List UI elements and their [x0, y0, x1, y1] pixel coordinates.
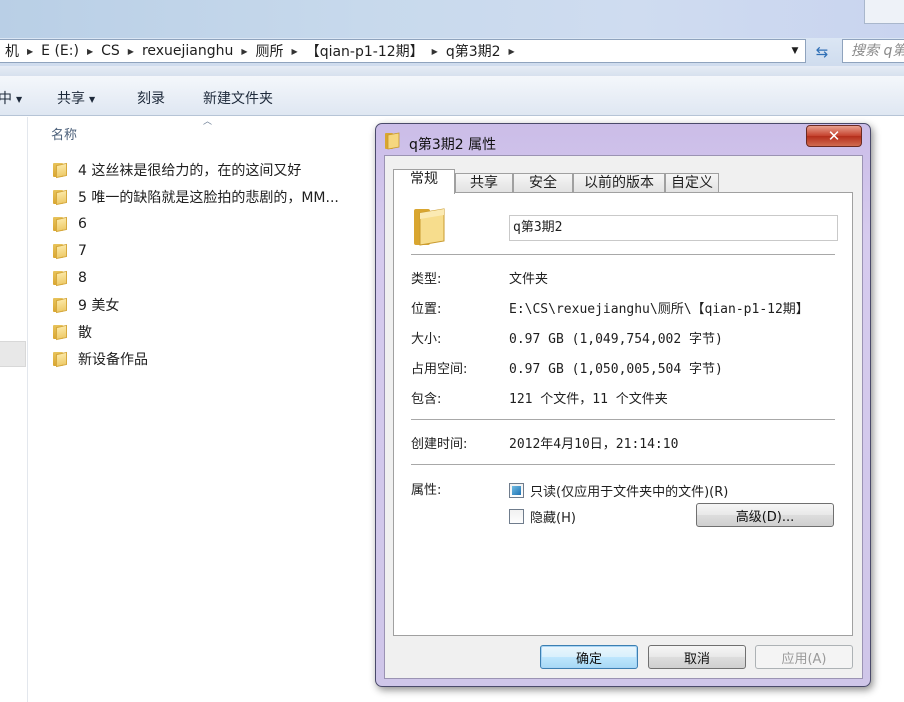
column-header-name[interactable]: 名称	[51, 124, 77, 143]
created-value: 2012年4月10日，21:14:10	[509, 437, 679, 452]
share-label: 共享	[57, 91, 85, 107]
folder-icon	[53, 216, 69, 233]
type-label: 类型:	[411, 272, 442, 287]
new-folder-button[interactable]: 新建文件夹	[203, 88, 273, 108]
breadcrumb-current[interactable]: q第3期2	[440, 41, 507, 61]
file-name: 6	[78, 216, 87, 232]
general-tab-panel: q第3期2 类型: 文件夹 位置: E:\CS\rexuejianghu\厕所\…	[393, 192, 853, 636]
contains-value: 121 个文件，11 个文件夹	[509, 392, 668, 407]
folder-icon	[53, 243, 69, 260]
close-button[interactable]: ✕	[806, 125, 862, 147]
breadcrumb-arrow-icon[interactable]: ▶	[430, 47, 440, 56]
apply-button[interactable]: 应用(A)	[755, 645, 853, 669]
tab-general[interactable]: 常规	[393, 169, 455, 194]
breadcrumb-arrow-icon[interactable]: ▶	[507, 47, 517, 56]
size-value: 0.97 GB (1,049,754,002 字节)	[509, 332, 723, 347]
toolbar-separator	[0, 66, 904, 76]
checkbox-icon[interactable]	[509, 509, 524, 524]
folder-name-field[interactable]: q第3期2	[509, 215, 838, 241]
size-on-disk-value: 0.97 GB (1,050,005,504 字节)	[509, 362, 723, 377]
breadcrumb-cs[interactable]: CS	[95, 43, 126, 59]
dialog-title: q第3期2 属性	[409, 137, 497, 153]
hidden-label: 隐藏(H)	[530, 511, 576, 526]
sort-ascending-icon: ︿	[203, 117, 213, 127]
size-on-disk-label: 占用空间:	[411, 362, 468, 377]
folder-icon	[53, 270, 69, 287]
share-button[interactable]: 共享 ▼	[57, 88, 95, 108]
type-value: 文件夹	[509, 272, 549, 287]
divider	[411, 254, 835, 255]
attributes-label: 属性:	[411, 483, 442, 498]
divider	[411, 464, 835, 465]
advanced-button[interactable]: 高级(D)...	[696, 503, 834, 527]
breadcrumb-arrow-icon[interactable]: ▶	[290, 47, 300, 56]
list-item[interactable]: 8	[53, 267, 87, 289]
location-label: 位置:	[411, 302, 442, 317]
folder-icon	[53, 297, 69, 314]
breadcrumb-computer[interactable]: 机	[0, 41, 25, 61]
breadcrumb-arrow-icon[interactable]: ▶	[239, 47, 249, 56]
file-name: 7	[78, 243, 87, 259]
navigation-pane[interactable]	[0, 117, 28, 702]
tab-previous-versions[interactable]: 以前的版本	[573, 173, 665, 193]
breadcrumb-qian[interactable]: 【qian-p1-12期】	[300, 41, 430, 61]
breadcrumb-cesuo[interactable]: 厕所	[250, 41, 290, 61]
list-item[interactable]: 4 这丝袜是很给力的，在的这间又好	[53, 159, 301, 181]
file-name: 散	[78, 325, 92, 341]
folder-icon	[53, 351, 69, 368]
cancel-button[interactable]: 取消	[648, 645, 746, 669]
checkbox-indeterminate-icon[interactable]	[509, 483, 524, 498]
properties-dialog: q第3期2 属性 ✕ 常规 共享 安全 以前的版本 自定义 q第3期2 类型: …	[375, 123, 871, 687]
breadcrumb-drive[interactable]: E (E:)	[35, 43, 85, 59]
nav-selected-item[interactable]	[0, 341, 26, 367]
folder-icon	[53, 324, 69, 341]
tab-sharing[interactable]: 共享	[455, 173, 513, 193]
readonly-label: 只读(仅应用于文件夹中的文件)(R)	[530, 485, 729, 500]
file-name: 5 唯一的缺陷就是这脸拍的悲剧的，MM...	[78, 190, 339, 206]
breadcrumb-rexuejianghu[interactable]: rexuejianghu	[136, 43, 239, 59]
hidden-checkbox[interactable]: 隐藏(H)	[509, 507, 576, 526]
file-name: 4 这丝袜是很给力的，在的这间又好	[78, 163, 302, 179]
created-label: 创建时间:	[411, 437, 468, 452]
list-item[interactable]: 6	[53, 213, 87, 235]
file-name: 9 美女	[78, 298, 120, 314]
organize-label: 中	[0, 91, 12, 107]
breadcrumb-arrow-icon[interactable]: ▶	[126, 47, 136, 56]
readonly-checkbox[interactable]: 只读(仅应用于文件夹中的文件)(R)	[509, 481, 728, 500]
burn-button[interactable]: 刻录	[137, 88, 165, 108]
divider	[411, 419, 835, 420]
folder-icon	[53, 162, 69, 179]
contains-label: 包含:	[411, 392, 442, 407]
folder-icon	[414, 208, 445, 246]
window-control-button[interactable]	[864, 0, 904, 24]
organize-button[interactable]: 中 ▼	[0, 88, 22, 108]
ok-button[interactable]: 确定	[540, 645, 638, 669]
size-label: 大小:	[411, 332, 442, 347]
list-item[interactable]: 新设备作品	[53, 348, 148, 370]
list-item[interactable]: 9 美女	[53, 294, 119, 316]
chevron-down-icon: ▼	[89, 94, 96, 104]
window-titlebar	[0, 0, 904, 38]
tab-security[interactable]: 安全	[513, 173, 573, 193]
chevron-down-icon: ▼	[16, 94, 23, 104]
address-dropdown-icon[interactable]: ▼	[785, 40, 805, 62]
address-bar-row: 机 ▶ E (E:) ▶ CS ▶ rexuejianghu ▶ 厕所 ▶ 【q…	[0, 38, 904, 66]
file-name: 新设备作品	[78, 352, 148, 368]
breadcrumb-arrow-icon[interactable]: ▶	[25, 47, 35, 56]
address-bar[interactable]: 机 ▶ E (E:) ▶ CS ▶ rexuejianghu ▶ 厕所 ▶ 【q…	[0, 39, 806, 63]
list-item[interactable]: 7	[53, 240, 87, 262]
dialog-body: 常规 共享 安全 以前的版本 自定义 q第3期2 类型: 文件夹 位置: E:\…	[384, 155, 863, 679]
list-item[interactable]: 5 唯一的缺陷就是这脸拍的悲剧的，MM...	[53, 186, 339, 208]
file-name: 8	[78, 270, 87, 286]
search-input[interactable]: 搜索 q第	[842, 39, 904, 63]
list-item[interactable]: 散	[53, 321, 92, 343]
breadcrumb-arrow-icon[interactable]: ▶	[85, 47, 95, 56]
tab-customize[interactable]: 自定义	[665, 173, 719, 193]
command-bar: 中 ▼ 共享 ▼ 刻录 新建文件夹	[0, 76, 904, 116]
folder-icon	[385, 132, 400, 150]
folder-icon	[53, 189, 69, 206]
refresh-icon[interactable]: ⇆	[809, 41, 835, 63]
location-value: E:\CS\rexuejianghu\厕所\【qian-p1-12期】	[509, 302, 809, 317]
